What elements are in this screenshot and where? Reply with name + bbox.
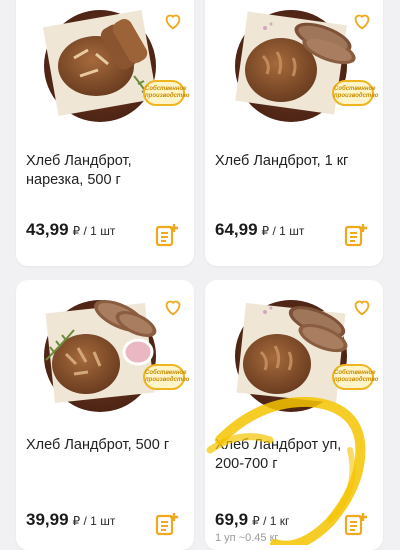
own-production-badge: Собственное производство [143, 364, 189, 390]
product-title[interactable]: Хлеб Ландброт, 1 кг [215, 152, 373, 171]
product-card[interactable]: Собственное производство Хлеб Ландброт, … [205, 0, 383, 266]
product-card[interactable]: Собственное производство Хлеб Ландброт у… [205, 280, 383, 550]
add-to-cart-icon[interactable] [154, 222, 180, 248]
product-title[interactable]: Хлеб Ландброт, 500 г [26, 436, 184, 455]
package-weight-note: 1 уп ~0.45 кг [215, 532, 279, 544]
add-to-cart-icon[interactable] [343, 511, 369, 537]
price-row: 43,99 ₽ / 1 шт [26, 220, 115, 240]
product-title[interactable]: Хлеб Ландброт, нарезка, 500 г [26, 152, 184, 190]
price-value: 39,99 [26, 510, 69, 529]
heart-outline-icon[interactable] [162, 296, 184, 318]
price-unit: ₽ / 1 шт [72, 514, 116, 528]
product-card[interactable]: Собственное производство Хлеб Ландброт, … [16, 280, 194, 550]
own-production-badge: Собственное производство [143, 80, 189, 106]
heart-outline-icon[interactable] [351, 10, 373, 32]
price-row: 64,99 ₽ / 1 шт [215, 220, 304, 240]
price-unit: ₽ / 1 кг [252, 514, 290, 528]
heart-outline-icon[interactable] [351, 296, 373, 318]
own-production-badge: Собственное производство [332, 364, 378, 390]
product-title[interactable]: Хлеб Ландброт уп, 200-700 г [215, 436, 373, 474]
price-row: 69,9 ₽ / 1 кг [215, 510, 289, 530]
price-value: 43,99 [26, 220, 69, 239]
price-unit: ₽ / 1 шт [72, 224, 116, 238]
heart-outline-icon[interactable] [162, 10, 184, 32]
add-to-cart-icon[interactable] [154, 511, 180, 537]
price-unit: ₽ / 1 шт [261, 224, 305, 238]
add-to-cart-icon[interactable] [343, 222, 369, 248]
product-card[interactable]: Собственное производство Хлеб Ландброт, … [16, 0, 194, 266]
price-value: 64,99 [215, 220, 258, 239]
price-row: 39,99 ₽ / 1 шт [26, 510, 115, 530]
own-production-badge: Собственное производство [332, 80, 378, 106]
price-value: 69,9 [215, 510, 249, 529]
